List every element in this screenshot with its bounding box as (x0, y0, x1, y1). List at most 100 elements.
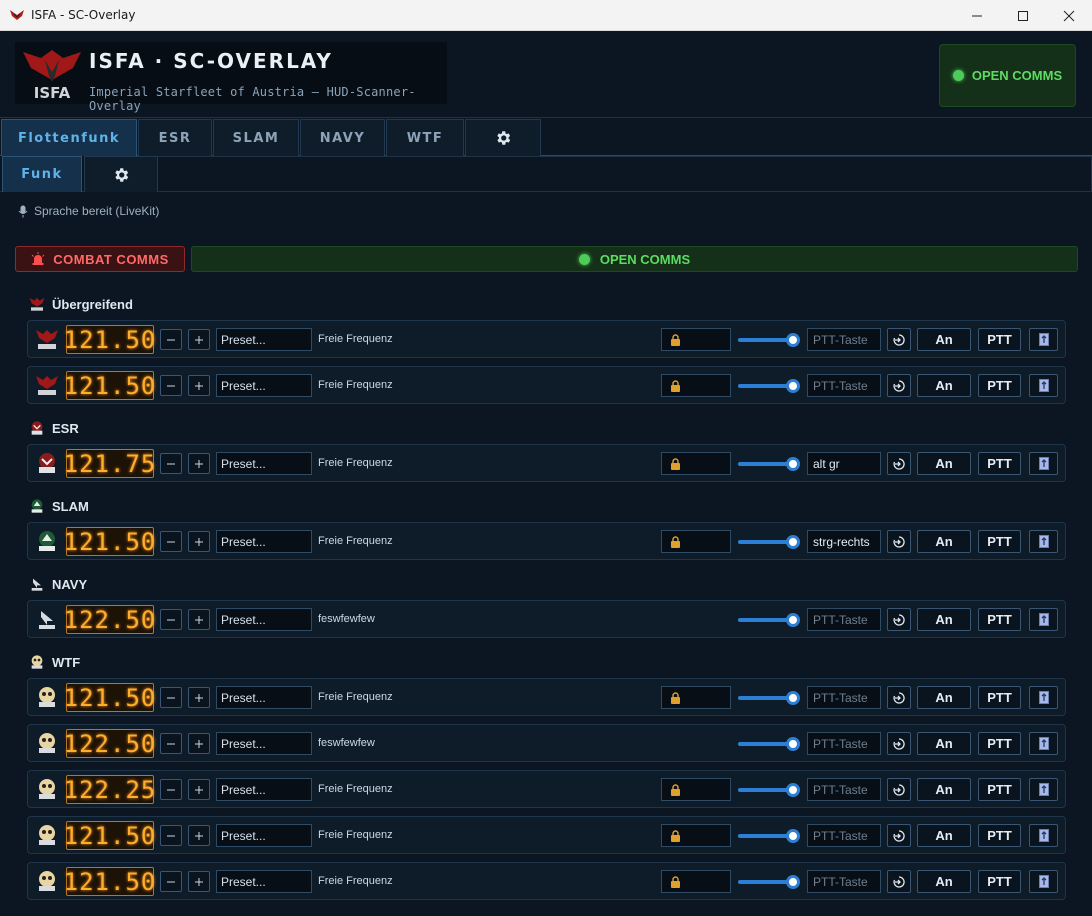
ptt-key-input[interactable]: PTT-Taste (807, 686, 881, 709)
preset-select[interactable]: Preset... (216, 870, 312, 893)
frequency-increase-button[interactable] (188, 733, 210, 754)
channel-on-button[interactable]: An (917, 686, 971, 709)
channel-on-button[interactable]: An (917, 732, 971, 755)
frequency-increase-button[interactable] (188, 531, 210, 552)
lock-field[interactable] (661, 870, 731, 893)
ptt-key-input[interactable]: strg-rechts (807, 530, 881, 553)
preset-select[interactable]: Preset... (216, 686, 312, 709)
transmit-button[interactable] (1029, 778, 1058, 801)
tab-wtf[interactable]: WTF (386, 119, 464, 156)
assign-key-button[interactable] (887, 452, 911, 475)
channel-on-button[interactable]: An (917, 778, 971, 801)
transmit-button[interactable] (1029, 374, 1058, 397)
transmit-button[interactable] (1029, 824, 1058, 847)
assign-key-button[interactable] (887, 374, 911, 397)
frequency-increase-button[interactable] (188, 871, 210, 892)
preset-select[interactable]: Preset... (216, 374, 312, 397)
transmit-button[interactable] (1029, 608, 1058, 631)
assign-key-button[interactable] (887, 824, 911, 847)
lock-field[interactable] (661, 824, 731, 847)
volume-slider[interactable] (738, 783, 800, 797)
channel-on-button[interactable]: An (917, 824, 971, 847)
frequency-increase-button[interactable] (188, 453, 210, 474)
volume-slider[interactable] (738, 379, 800, 393)
ptt-button[interactable]: PTT (978, 824, 1021, 847)
frequency-increase-button[interactable] (188, 609, 210, 630)
frequency-increase-button[interactable] (188, 329, 210, 350)
assign-key-button[interactable] (887, 732, 911, 755)
ptt-button[interactable]: PTT (978, 374, 1021, 397)
frequency-decrease-button[interactable] (160, 375, 182, 396)
volume-slider-handle[interactable] (786, 875, 800, 889)
volume-slider[interactable] (738, 333, 800, 347)
frequency-decrease-button[interactable] (160, 871, 182, 892)
lock-field[interactable] (661, 328, 731, 351)
ptt-key-input[interactable]: PTT-Taste (807, 374, 881, 397)
frequency-increase-button[interactable] (188, 779, 210, 800)
transmit-button[interactable] (1029, 870, 1058, 893)
frequency-decrease-button[interactable] (160, 779, 182, 800)
volume-slider-handle[interactable] (786, 379, 800, 393)
channel-on-button[interactable]: An (917, 452, 971, 475)
channel-on-button[interactable]: An (917, 374, 971, 397)
volume-slider-handle[interactable] (786, 737, 800, 751)
preset-select[interactable]: Preset... (216, 608, 312, 631)
volume-slider[interactable] (738, 691, 800, 705)
frequency-decrease-button[interactable] (160, 825, 182, 846)
ptt-button[interactable]: PTT (978, 452, 1021, 475)
volume-slider-handle[interactable] (786, 613, 800, 627)
channel-on-button[interactable]: An (917, 870, 971, 893)
assign-key-button[interactable] (887, 870, 911, 893)
combat-comms-button[interactable]: COMBAT COMMS (15, 246, 185, 272)
tab-navy[interactable]: NAVY (300, 119, 385, 156)
frequency-decrease-button[interactable] (160, 453, 182, 474)
transmit-button[interactable] (1029, 732, 1058, 755)
frequency-increase-button[interactable] (188, 687, 210, 708)
assign-key-button[interactable] (887, 686, 911, 709)
ptt-button[interactable]: PTT (978, 328, 1021, 351)
volume-slider[interactable] (738, 829, 800, 843)
lock-field[interactable] (661, 530, 731, 553)
ptt-key-input[interactable]: PTT-Taste (807, 778, 881, 801)
ptt-key-input[interactable]: PTT-Taste (807, 608, 881, 631)
volume-slider-handle[interactable] (786, 535, 800, 549)
frequency-decrease-button[interactable] (160, 733, 182, 754)
preset-select[interactable]: Preset... (216, 824, 312, 847)
assign-key-button[interactable] (887, 778, 911, 801)
volume-slider-handle[interactable] (786, 457, 800, 471)
volume-slider-handle[interactable] (786, 333, 800, 347)
open-comms-indicator[interactable]: OPEN COMMS (939, 44, 1076, 107)
frequency-decrease-button[interactable] (160, 687, 182, 708)
ptt-button[interactable]: PTT (978, 530, 1021, 553)
ptt-button[interactable]: PTT (978, 686, 1021, 709)
tab-esr[interactable]: ESR (138, 119, 212, 156)
preset-select[interactable]: Preset... (216, 530, 312, 553)
ptt-key-input[interactable]: PTT-Taste (807, 824, 881, 847)
volume-slider[interactable] (738, 457, 800, 471)
volume-slider[interactable] (738, 875, 800, 889)
volume-slider[interactable] (738, 613, 800, 627)
assign-key-button[interactable] (887, 530, 911, 553)
ptt-key-input[interactable]: PTT-Taste (807, 732, 881, 755)
volume-slider-handle[interactable] (786, 829, 800, 843)
transmit-button[interactable] (1029, 530, 1058, 553)
open-comms-button[interactable]: OPEN COMMS (191, 246, 1078, 272)
volume-slider-handle[interactable] (786, 783, 800, 797)
volume-slider[interactable] (738, 535, 800, 549)
ptt-key-input[interactable]: PTT-Taste (807, 328, 881, 351)
volume-slider-handle[interactable] (786, 691, 800, 705)
preset-select[interactable]: Preset... (216, 328, 312, 351)
frequency-increase-button[interactable] (188, 825, 210, 846)
frequency-decrease-button[interactable] (160, 531, 182, 552)
ptt-button[interactable]: PTT (978, 608, 1021, 631)
transmit-button[interactable] (1029, 452, 1058, 475)
ptt-key-input[interactable]: PTT-Taste (807, 870, 881, 893)
frequency-decrease-button[interactable] (160, 609, 182, 630)
minimize-button[interactable] (954, 0, 1000, 31)
preset-select[interactable]: Preset... (216, 732, 312, 755)
ptt-button[interactable]: PTT (978, 870, 1021, 893)
tab-flottenfunk[interactable]: Flottenfunk (1, 119, 137, 156)
lock-field[interactable] (661, 778, 731, 801)
frequency-decrease-button[interactable] (160, 329, 182, 350)
frequency-increase-button[interactable] (188, 375, 210, 396)
